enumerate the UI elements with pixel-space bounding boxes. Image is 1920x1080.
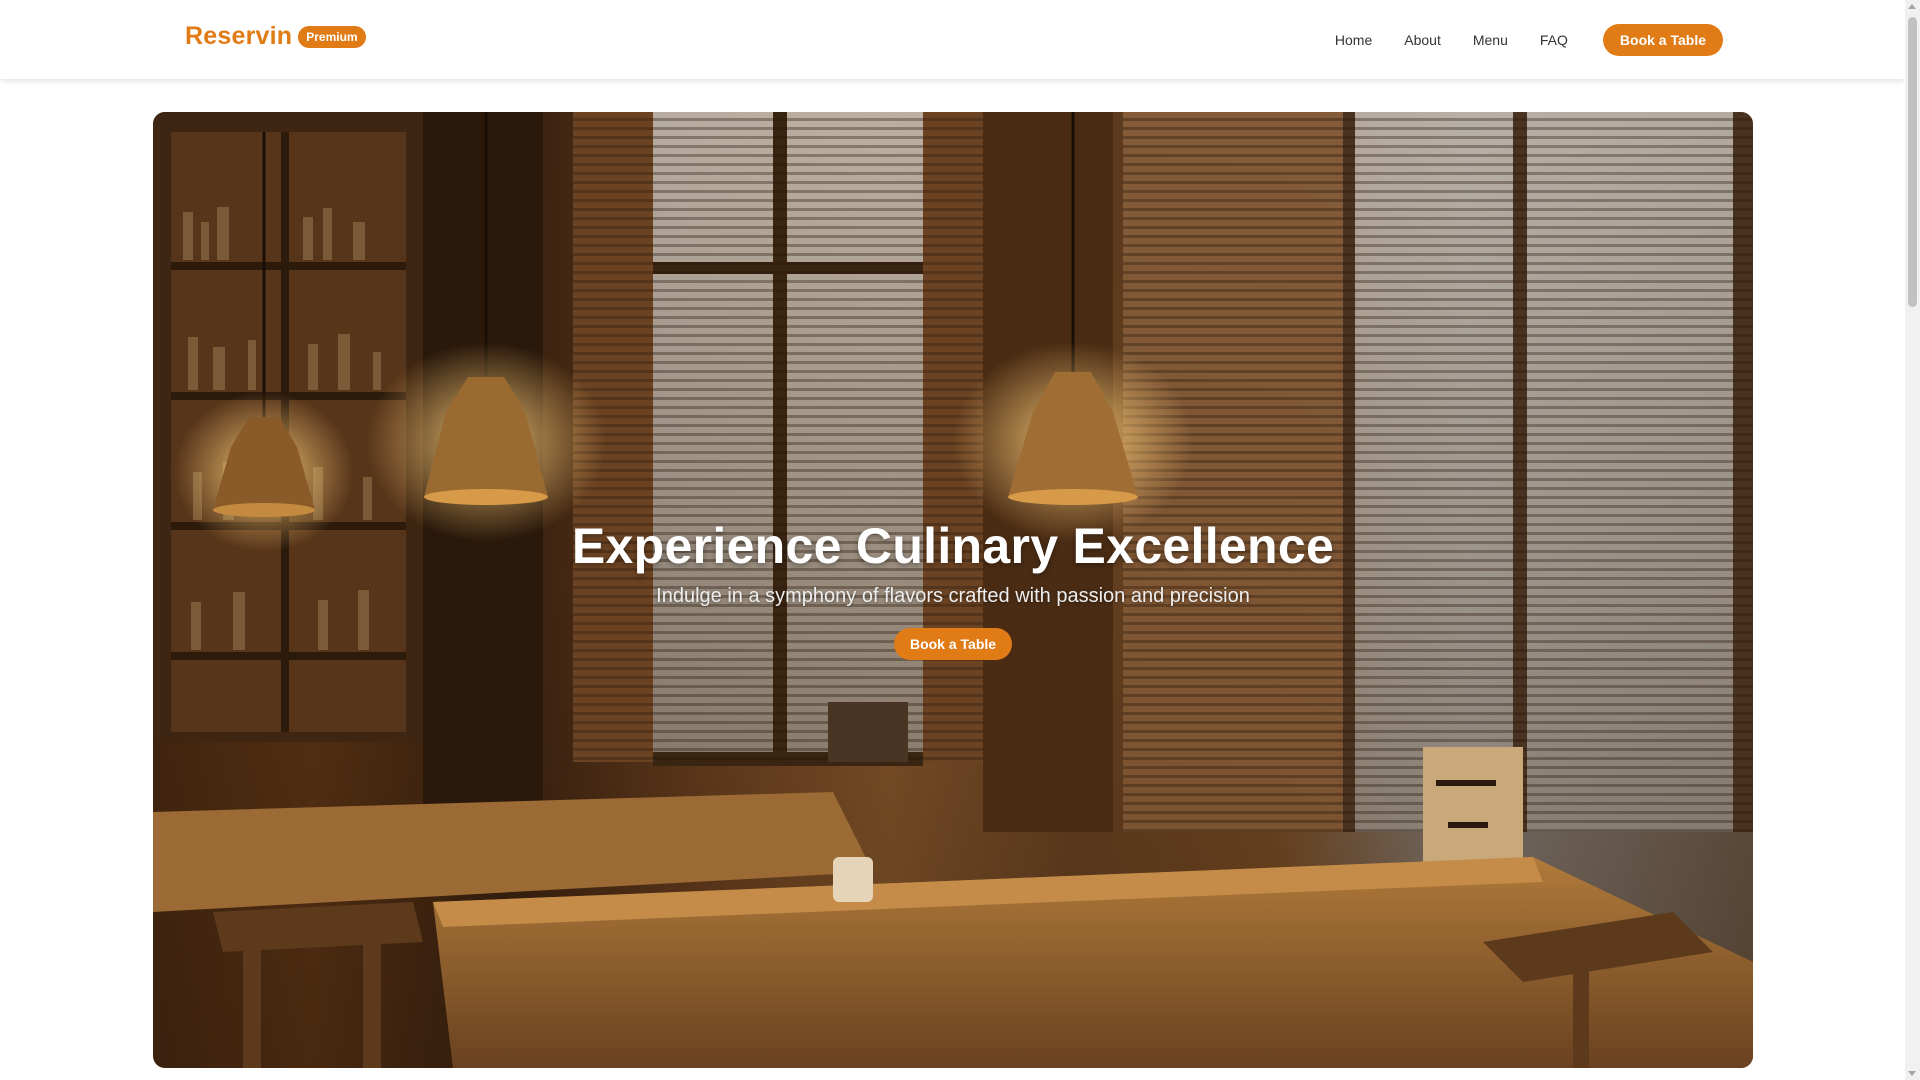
scroll-thumb[interactable] xyxy=(1908,17,1917,307)
chevron-up-icon[interactable] xyxy=(1908,4,1916,9)
book-table-hero-button[interactable]: Book a Table xyxy=(893,628,1013,660)
hero-content: Experience Culinary Excellence Indulge i… xyxy=(153,517,1753,660)
page-scrollbar[interactable] xyxy=(1905,0,1920,1080)
hero-subtitle: Indulge in a symphony of flavors crafted… xyxy=(656,585,1250,607)
nav-link-home[interactable]: Home xyxy=(1335,24,1372,56)
hero-title: Experience Culinary Excellence xyxy=(571,518,1335,574)
chevron-down-icon[interactable] xyxy=(1908,1071,1916,1076)
navbar: Reservin Premium Home About Menu FAQ Boo… xyxy=(0,0,1905,79)
nav-link-menu[interactable]: Menu xyxy=(1473,24,1508,56)
page: Reservin Premium Home About Menu FAQ Boo… xyxy=(0,0,1905,1080)
book-table-nav-button[interactable]: Book a Table xyxy=(1602,24,1723,56)
hero-section: Experience Culinary Excellence Indulge i… xyxy=(153,112,1753,1068)
brand-logo[interactable]: Reservin Premium xyxy=(185,22,366,51)
brand-name[interactable]: Reservin xyxy=(185,22,292,51)
nav-link-faq[interactable]: FAQ xyxy=(1540,24,1568,56)
nav-link-about[interactable]: About xyxy=(1404,24,1441,56)
premium-badge: Premium xyxy=(298,25,366,48)
main-nav: Home About Menu FAQ Book a Table xyxy=(1335,24,1723,56)
